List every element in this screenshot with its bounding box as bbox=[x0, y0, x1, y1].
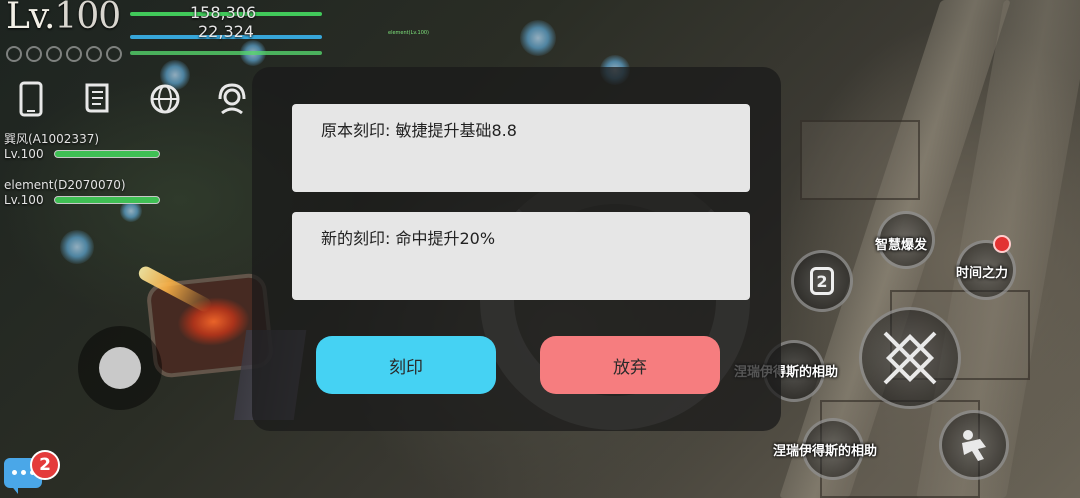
magic-spark bbox=[520, 20, 556, 56]
buff-slot bbox=[106, 46, 122, 62]
xp-bar bbox=[130, 51, 322, 55]
engrave-dialog: 原本刻印: 敏捷提升基础8.8 新的刻印: 命中提升20% 刻印 放弃 bbox=[252, 67, 781, 431]
notification-dot bbox=[993, 235, 1011, 253]
party-member-name: 巽风(A1002337) bbox=[4, 132, 100, 146]
original-rune-text: 原本刻印: 敏捷提升基础8.8 bbox=[321, 121, 517, 140]
player-level: Lv.100 bbox=[6, 0, 121, 37]
skill-time-power-label: 时间之力 bbox=[956, 266, 1009, 281]
unread-badge: 2 bbox=[30, 450, 60, 480]
skill-wisdom-burst-label: 智慧爆发 bbox=[875, 238, 928, 253]
main-attack-button[interactable] bbox=[859, 307, 961, 409]
headset-icon[interactable] bbox=[215, 80, 249, 118]
new-rune-box: 新的刻印: 命中提升20% bbox=[292, 212, 750, 300]
party-member[interactable]: 巽风(A1002337) Lv.100 bbox=[4, 132, 160, 161]
chat-dot bbox=[12, 470, 17, 475]
party-member-hp-bar bbox=[54, 150, 160, 158]
buff-slot bbox=[86, 46, 102, 62]
globe-icon[interactable] bbox=[148, 80, 182, 118]
discard-button[interactable]: 放弃 bbox=[540, 336, 720, 394]
hp-value: 158,306 bbox=[190, 3, 257, 22]
level-value: 100 bbox=[54, 0, 121, 37]
buff-slots bbox=[6, 46, 122, 62]
buff-slot bbox=[6, 46, 22, 62]
party-member-hp-bar bbox=[54, 196, 160, 204]
party-member-name: element(D2070070) bbox=[4, 178, 126, 192]
magic-spark bbox=[60, 230, 94, 264]
level-prefix: Lv. bbox=[6, 0, 55, 37]
roll-figure-icon bbox=[962, 430, 986, 461]
scroll-icon[interactable] bbox=[81, 80, 115, 118]
floor-tile bbox=[800, 120, 920, 200]
party-member[interactable]: element(D2070070) Lv.100 bbox=[4, 178, 160, 207]
crossed-swords-icon bbox=[883, 331, 937, 385]
new-rune-text: 新的刻印: 命中提升20% bbox=[321, 229, 496, 248]
buff-slot bbox=[46, 46, 62, 62]
joystick-knob[interactable] bbox=[99, 347, 141, 389]
buff-slot bbox=[26, 46, 42, 62]
party-member-level: Lv.100 bbox=[4, 193, 44, 207]
movement-joystick[interactable] bbox=[78, 326, 162, 410]
original-rune-box: 原本刻印: 敏捷提升基础8.8 bbox=[292, 104, 750, 192]
engrave-button[interactable]: 刻印 bbox=[316, 336, 496, 394]
dodge-roll-button[interactable] bbox=[939, 410, 1009, 480]
mp-value: 22,324 bbox=[198, 22, 254, 41]
slot-number: 2 bbox=[810, 267, 834, 295]
phone-icon[interactable] bbox=[14, 80, 48, 118]
chat-bubble-tail bbox=[10, 484, 18, 494]
skill-slot-2[interactable]: 2 bbox=[791, 250, 853, 312]
skill-blessing-2-label: 涅瑞伊得斯的相助 bbox=[773, 444, 878, 459]
overhead-player-name: element(Lv.100) bbox=[388, 30, 430, 36]
party-member-level: Lv.100 bbox=[4, 147, 44, 161]
buff-slot bbox=[66, 46, 82, 62]
menu-icon-bar bbox=[14, 80, 249, 118]
chat-dot bbox=[21, 470, 26, 475]
